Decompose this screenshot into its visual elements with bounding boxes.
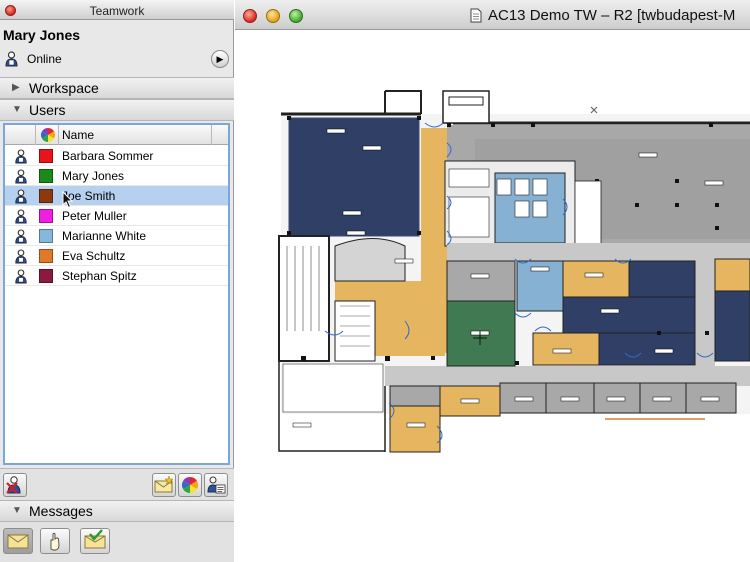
user-icon bbox=[14, 149, 28, 164]
user-icon bbox=[15, 209, 27, 224]
window-title: AC13 Demo TW – R2 [twbudapest-M bbox=[488, 7, 736, 24]
user-icon bbox=[15, 229, 27, 244]
user-info-button[interactable] bbox=[204, 473, 228, 497]
user-icon bbox=[14, 269, 28, 284]
user-name: Marianne White bbox=[62, 229, 147, 243]
color-wheel-icon bbox=[41, 128, 55, 142]
workspace-label: Workspace bbox=[29, 80, 99, 96]
envelope-star-icon bbox=[154, 475, 174, 493]
status-menu-button[interactable]: ▶ bbox=[211, 50, 229, 68]
envelope-icon bbox=[7, 534, 29, 549]
window-minimize-button[interactable] bbox=[266, 9, 280, 23]
user-color-swatch[interactable] bbox=[39, 249, 53, 263]
current-user-name: Mary Jones bbox=[3, 27, 81, 43]
user-icon bbox=[15, 269, 27, 284]
user-info-icon bbox=[207, 476, 226, 494]
user-row[interactable]: Joe Smith bbox=[5, 186, 228, 206]
user-color-swatch[interactable] bbox=[39, 209, 53, 223]
user-icon bbox=[14, 229, 28, 244]
user-row[interactable]: Marianne White bbox=[5, 226, 228, 246]
users-table-header: Name bbox=[5, 125, 228, 145]
users-label: Users bbox=[29, 102, 66, 118]
send-message-button[interactable] bbox=[152, 473, 176, 497]
disclosure-collapsed-icon: ▶ bbox=[12, 82, 20, 93]
user-row[interactable]: Peter Muller bbox=[5, 206, 228, 226]
teamwork-palette: Teamwork Mary Jones Online ▶ ▶ Workspace… bbox=[0, 0, 234, 562]
window-close-button[interactable] bbox=[243, 9, 257, 23]
zone-entrance bbox=[278, 361, 386, 452]
status-text: Online bbox=[27, 52, 62, 66]
user-remove-icon bbox=[6, 476, 21, 494]
envelope-check-icon bbox=[84, 529, 106, 549]
user-row[interactable]: Barbara Sommer bbox=[5, 146, 228, 166]
status-row: Online ▶ bbox=[0, 48, 234, 70]
mouse-cursor-icon bbox=[62, 191, 74, 209]
user-icon bbox=[15, 249, 27, 264]
user-icon bbox=[14, 169, 28, 184]
user-row[interactable]: Eva Schultz bbox=[5, 246, 228, 266]
color-column-header[interactable] bbox=[35, 125, 59, 145]
user-icon bbox=[14, 249, 28, 264]
approved-messages-button[interactable] bbox=[80, 528, 110, 554]
user-row[interactable]: Stephan Spitz bbox=[5, 266, 228, 286]
users-section-header[interactable]: ▼ Users bbox=[0, 99, 234, 121]
user-color-swatch[interactable] bbox=[39, 269, 53, 283]
user-name: Mary Jones bbox=[62, 169, 125, 183]
user-color-swatch[interactable] bbox=[39, 229, 53, 243]
request-button[interactable] bbox=[40, 528, 70, 554]
user-color-swatch[interactable] bbox=[39, 169, 53, 183]
user-icon bbox=[14, 209, 28, 224]
messages-label: Messages bbox=[29, 503, 93, 519]
user-name: Barbara Sommer bbox=[62, 149, 154, 163]
user-icon bbox=[15, 169, 27, 184]
palette-titlebar[interactable]: Teamwork bbox=[0, 0, 234, 20]
user-name: Peter Muller bbox=[62, 209, 127, 223]
disclosure-expanded-icon: ▼ bbox=[12, 104, 22, 115]
user-icon bbox=[15, 149, 27, 164]
user-color-swatch[interactable] bbox=[39, 149, 53, 163]
inbox-button[interactable] bbox=[3, 528, 33, 554]
user-color-button[interactable] bbox=[178, 473, 202, 497]
user-icon bbox=[14, 189, 28, 204]
workspace-section-header[interactable]: ▶ Workspace bbox=[0, 77, 234, 99]
users-table[interactable]: Name Barbara Sommer Mary Jones Joe Smith Pe… bbox=[3, 123, 230, 465]
user-name: Stephan Spitz bbox=[62, 269, 137, 283]
color-wheel-icon bbox=[181, 477, 199, 493]
user-icon bbox=[5, 51, 18, 67]
palette-title: Teamwork bbox=[89, 4, 145, 18]
main-window-titlebar[interactable]: AC13 Demo TW – R2 [twbudapest-M bbox=[235, 0, 750, 30]
user-row[interactable]: Mary Jones bbox=[5, 166, 228, 186]
chevron-right-icon: ▶ bbox=[216, 54, 224, 64]
remove-user-button[interactable] bbox=[3, 473, 27, 497]
reference-marker bbox=[590, 106, 598, 114]
document-icon bbox=[470, 8, 482, 23]
floor-plan-canvas[interactable] bbox=[235, 31, 750, 562]
hand-icon bbox=[50, 532, 60, 551]
floor-plan-drawing[interactable] bbox=[235, 31, 750, 562]
user-name: Eva Schultz bbox=[62, 249, 126, 263]
name-column-header[interactable]: Name bbox=[62, 128, 94, 142]
messages-section-header[interactable]: ▼ Messages bbox=[0, 500, 234, 522]
messages-toolbar bbox=[0, 522, 234, 562]
users-toolbar bbox=[0, 468, 234, 500]
disclosure-expanded-icon: ▼ bbox=[12, 505, 22, 516]
user-color-swatch[interactable] bbox=[39, 189, 53, 203]
user-icon bbox=[15, 189, 27, 204]
window-zoom-button[interactable] bbox=[289, 9, 303, 23]
zone-north-west bbox=[288, 117, 420, 237]
column-divider bbox=[211, 125, 212, 145]
zone-offices-south bbox=[389, 382, 737, 453]
